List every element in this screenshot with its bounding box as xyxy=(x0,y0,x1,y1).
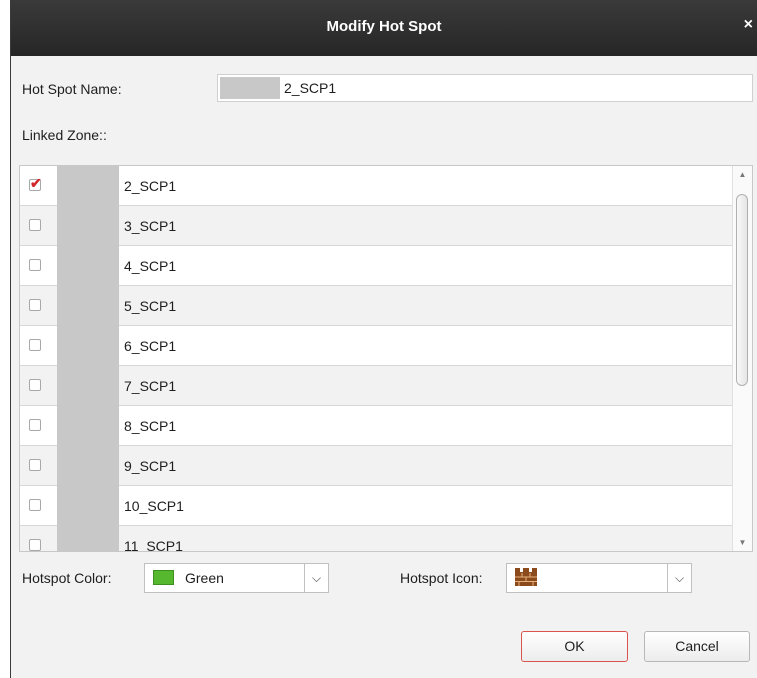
zone-list-item[interactable]: 5_SCP1 xyxy=(20,286,734,326)
hotspot-color-select[interactable]: Green ⌵ xyxy=(144,563,329,593)
hotspot-icon-select[interactable]: ⌵ xyxy=(506,563,692,593)
chevron-down-icon[interactable]: ⌵ xyxy=(304,564,328,592)
chevron-down-icon[interactable]: ⌵ xyxy=(667,564,691,592)
close-icon[interactable]: × xyxy=(744,16,753,34)
zone-list-item[interactable]: 6_SCP1 xyxy=(20,326,734,366)
zone-checkbox[interactable] xyxy=(29,379,41,391)
zone-list-item[interactable]: 8_SCP1 xyxy=(20,406,734,446)
zone-checkbox[interactable] xyxy=(29,339,41,351)
zone-label: 7_SCP1 xyxy=(124,378,177,394)
zone-checkbox[interactable] xyxy=(29,419,41,431)
scroll-thumb[interactable] xyxy=(736,194,748,386)
hot-spot-name-label: Hot Spot Name: xyxy=(22,81,122,97)
zone-list-scrollbar[interactable]: ▲ ▼ xyxy=(732,166,752,551)
ok-button[interactable]: OK xyxy=(521,631,628,662)
zone-label: 5_SCP1 xyxy=(124,298,177,314)
linked-zone-label: Linked Zone:: xyxy=(22,127,107,143)
zone-list-item[interactable]: 4_SCP1 xyxy=(20,246,734,286)
zone-label: 10_SCP1 xyxy=(124,498,184,514)
checkmark-icon: ✔ xyxy=(30,175,42,191)
green-swatch-icon xyxy=(153,570,174,585)
zone-label: 3_SCP1 xyxy=(124,218,177,234)
zone-label: 11_SCP1 xyxy=(124,538,183,552)
zone-label: 2_SCP1 xyxy=(124,178,177,194)
cancel-button[interactable]: Cancel xyxy=(644,631,750,662)
hotspot-color-value: Green xyxy=(185,570,224,586)
zone-list-item[interactable]: 9_SCP1 xyxy=(20,446,734,486)
zone-list-item[interactable]: 11_SCP1 xyxy=(20,526,734,552)
title-bar: Modify Hot Spot × xyxy=(11,0,757,56)
zone-list-item[interactable]: 10_SCP1 xyxy=(20,486,734,526)
zone-checkbox[interactable] xyxy=(29,299,41,311)
zone-label: 9_SCP1 xyxy=(124,458,177,474)
hot-spot-name-value: 2_SCP1 xyxy=(284,80,337,96)
scroll-up-icon[interactable]: ▲ xyxy=(733,170,752,179)
modify-hot-spot-dialog: Modify Hot Spot × Hot Spot Name: 2_SCP1 … xyxy=(10,0,757,678)
zone-label: 6_SCP1 xyxy=(124,338,177,354)
dialog-title: Modify Hot Spot xyxy=(326,18,442,35)
zone-list-item[interactable]: 3_SCP1 xyxy=(20,206,734,246)
hotspot-icon-label: Hotspot Icon: xyxy=(400,570,483,586)
hotspot-color-label: Hotspot Color: xyxy=(22,570,112,586)
hot-spot-name-input[interactable]: 2_SCP1 xyxy=(217,74,753,102)
zone-label: 4_SCP1 xyxy=(124,258,177,274)
brick-wall-icon xyxy=(515,568,537,586)
zone-checkbox[interactable] xyxy=(29,219,41,231)
zone-list-item[interactable]: ✔ 2_SCP1 xyxy=(20,166,734,206)
zone-label: 8_SCP1 xyxy=(124,418,177,434)
zone-checkbox[interactable] xyxy=(29,539,41,551)
zone-checkbox[interactable] xyxy=(29,259,41,271)
zone-checkbox[interactable] xyxy=(29,459,41,471)
scroll-down-icon[interactable]: ▼ xyxy=(733,538,752,547)
linked-zone-list[interactable]: ✔ 2_SCP1 3_SCP1 4_SCP1 5_SCP1 6_SCP1 7_SCP1 8_S… xyxy=(19,165,753,552)
redacted-column xyxy=(57,166,119,551)
zone-checkbox[interactable] xyxy=(29,499,41,511)
zone-list-item[interactable]: 7_SCP1 xyxy=(20,366,734,406)
zone-checkbox[interactable]: ✔ xyxy=(29,175,42,191)
redacted-block xyxy=(220,77,280,99)
